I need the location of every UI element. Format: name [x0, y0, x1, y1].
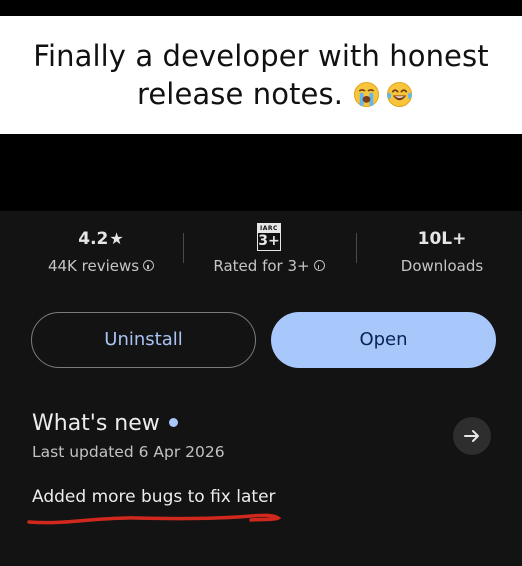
stat-divider — [183, 233, 184, 263]
reviews-row: 44K reviews — [35, 251, 167, 281]
open-button[interactable]: Open — [271, 312, 496, 368]
star-icon: ★ — [109, 229, 124, 248]
caption-line-1: Finally a developer with honest — [33, 39, 489, 73]
release-notes-text: Added more bugs to fix later — [32, 487, 276, 507]
rating-stat[interactable]: 4.2★ 44K reviews — [35, 227, 167, 281]
rating-value-row: 4.2★ — [35, 227, 167, 251]
downloads-value: 10L+ — [417, 229, 467, 249]
rating-value: 4.2 — [78, 229, 109, 249]
loudly-crying-face-emoji — [353, 81, 380, 108]
iarc-label: IARC — [258, 224, 280, 233]
downloads-label: Downloads — [400, 257, 484, 275]
reviews-count: 44K reviews — [47, 257, 140, 275]
last-updated-text: Last updated 6 Apr 2026 — [32, 443, 225, 461]
new-indicator-dot — [168, 418, 178, 427]
whats-new-heading[interactable]: What's new — [32, 409, 178, 439]
uninstall-button[interactable]: Uninstall — [31, 312, 256, 368]
iarc-value: 3+ — [258, 233, 280, 249]
caption-text: release notes. — [136, 77, 344, 111]
face-with-tears-of-joy-emoji — [386, 81, 413, 108]
whats-new-arrow-button[interactable] — [453, 417, 491, 455]
app-details-panel: 4.2★ 44K reviews IARC 3+ Rated for 3+ 10… — [0, 211, 522, 566]
info-icon[interactable] — [143, 260, 155, 271]
downloads-stat: 10L+ Downloads — [380, 227, 504, 281]
meme-caption: Finally a developer with honest release … — [0, 16, 522, 134]
info-icon[interactable] — [313, 260, 325, 271]
whats-new-title: What's new — [32, 411, 160, 436]
caption-line-2: release notes. — [137, 75, 413, 113]
content-rating-badge-row: IARC 3+ — [198, 223, 340, 251]
content-rating-row: Rated for 3+ — [198, 251, 340, 281]
iarc-rating-icon: IARC 3+ — [257, 223, 281, 251]
stat-divider — [356, 233, 357, 263]
content-rating-label: Rated for 3+ — [213, 257, 310, 275]
app-stats-row: 4.2★ 44K reviews IARC 3+ Rated for 3+ 10… — [0, 211, 522, 291]
arrow-right-icon — [464, 430, 479, 442]
red-underline-scribble — [27, 513, 282, 525]
content-rating-stat[interactable]: IARC 3+ Rated for 3+ — [198, 223, 340, 281]
